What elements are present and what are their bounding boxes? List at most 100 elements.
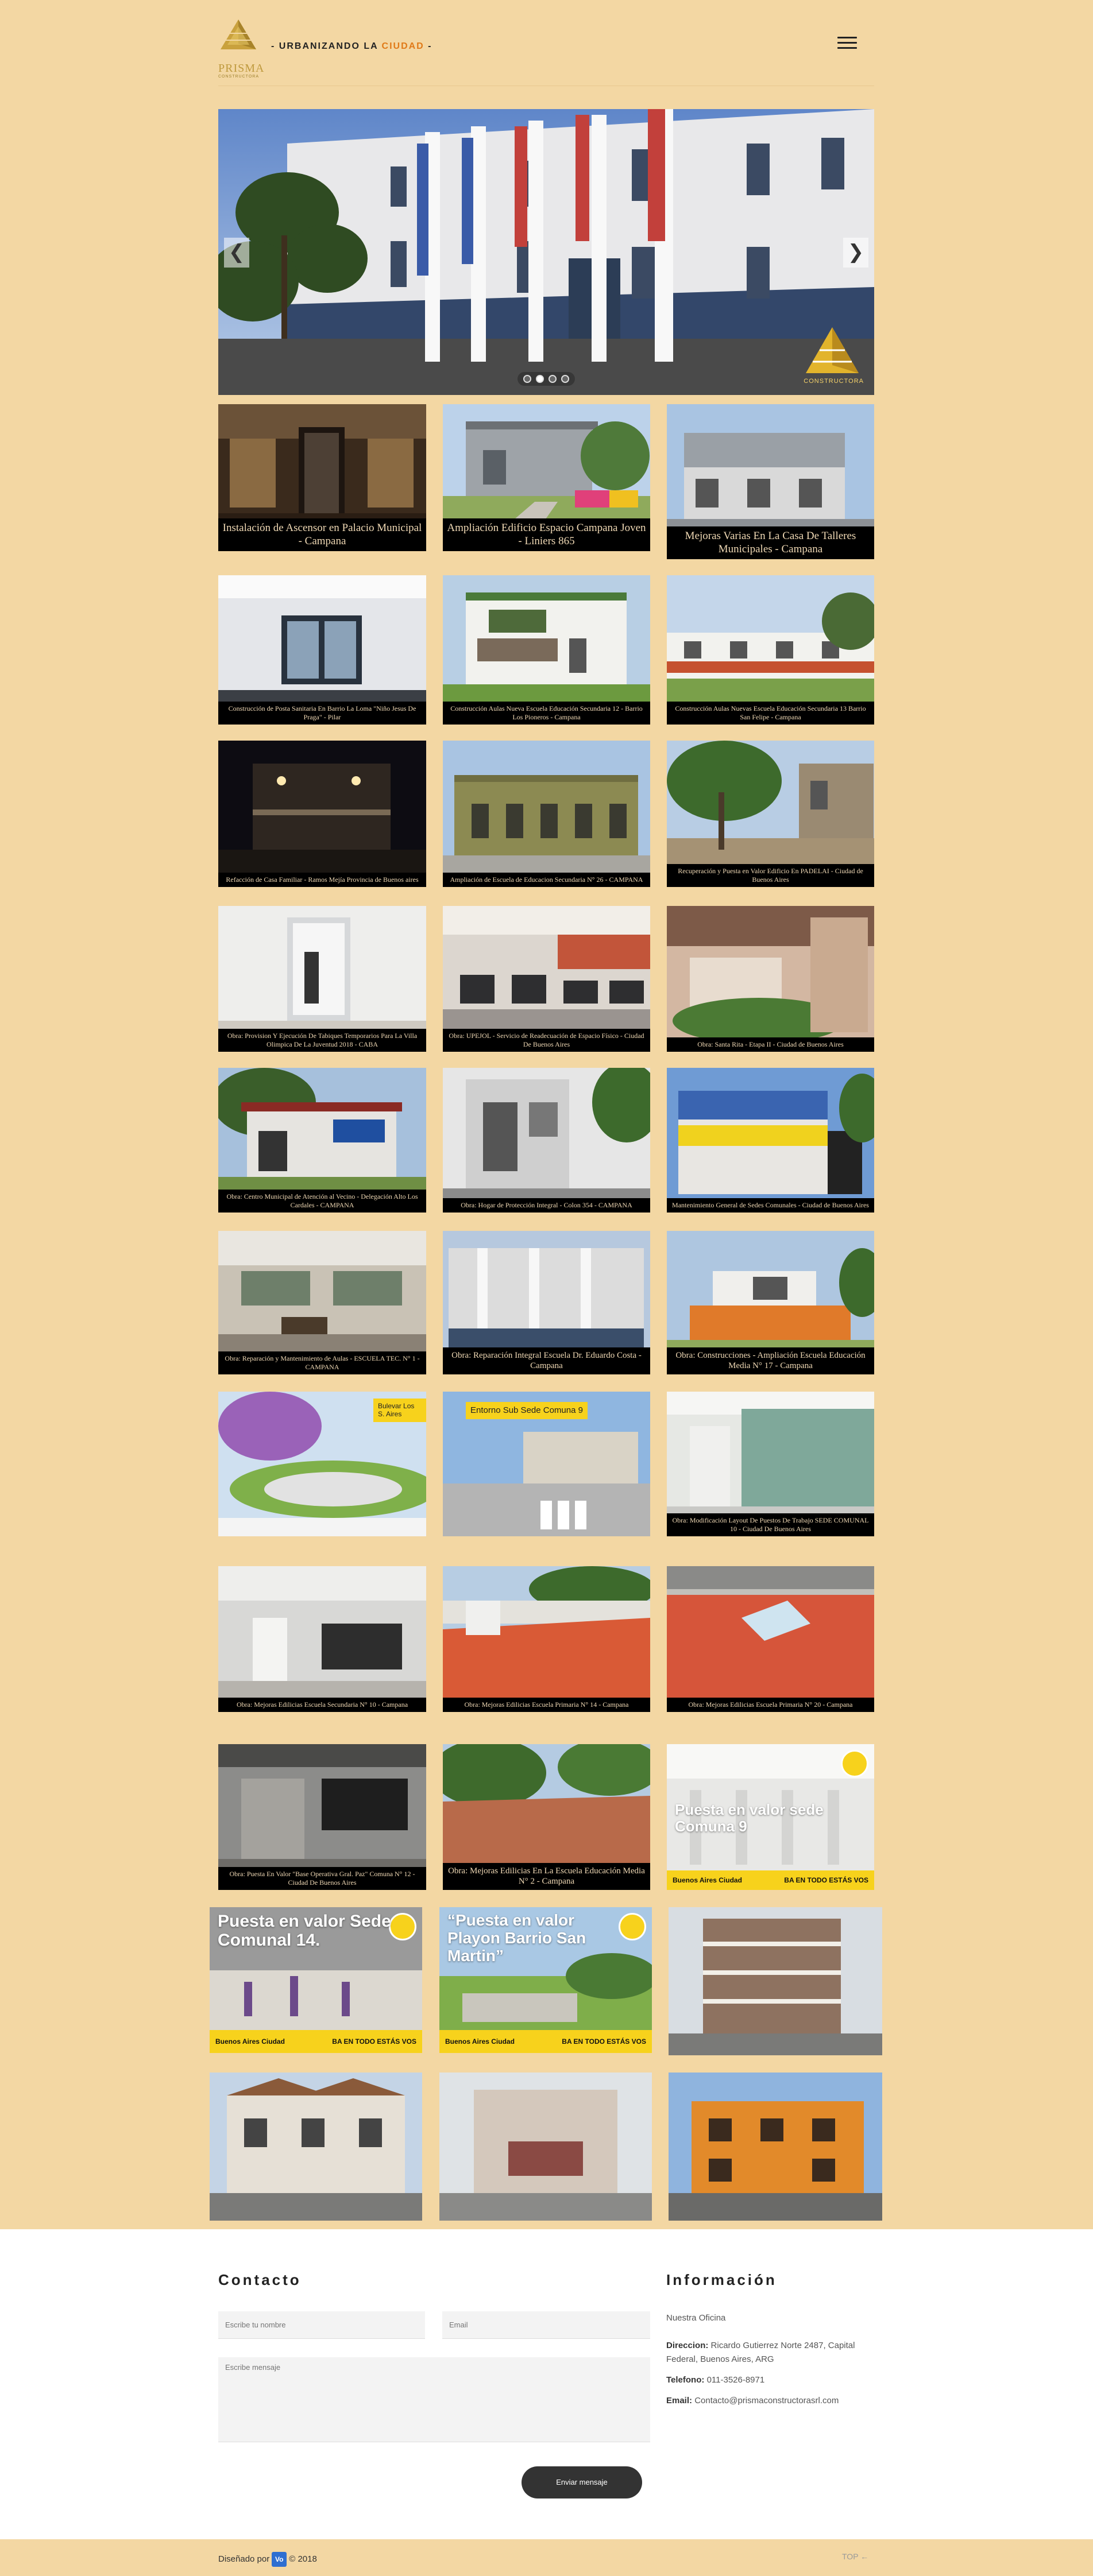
bulevar-sign: Bulevar Los S. Aires bbox=[373, 1399, 426, 1422]
project-tile[interactable]: Obra: Reparación y Mantenimiento de Aula… bbox=[218, 1231, 426, 1374]
project-caption: Construcción de Posta Sanitaria En Barri… bbox=[218, 702, 426, 725]
slider-dot[interactable] bbox=[523, 375, 531, 383]
project-tile[interactable]: Refacción de Casa Familiar - Ramos Mejía… bbox=[218, 741, 426, 887]
message-textarea[interactable] bbox=[218, 2357, 650, 2442]
project-tile[interactable]: Obra: Mejoras Edilicias Escuela Primaria… bbox=[667, 1566, 874, 1712]
project-caption: Obra: UPEJOL - Servicio de Readecuación … bbox=[443, 1029, 650, 1052]
project-caption: Mantenimiento General de Sedes Comunales… bbox=[667, 1198, 874, 1213]
ba-en-todo-label: BA EN TODO ESTÁS VOS bbox=[784, 1876, 868, 1884]
slider-next-button[interactable]: ❯ bbox=[843, 238, 868, 268]
promo-tile-sede9[interactable]: Puesta en valor sede Comuna 9 Buenos Air… bbox=[667, 1744, 874, 1890]
promo-title: “Puesta en valor Playon Barrio San Marti… bbox=[447, 1911, 586, 1965]
send-message-button[interactable]: Enviar mensaje bbox=[522, 2466, 642, 2498]
project-tile[interactable]: Obra: Reparación Integral Escuela Dr. Ed… bbox=[443, 1231, 650, 1374]
phone-line: Telefono: 011-3526-8971 bbox=[666, 2373, 873, 2387]
site-tagline: - URBANIZANDO LA CIUDAD - bbox=[271, 41, 432, 52]
hero-slider: ❮ ❯ CONSTRUCTORA bbox=[218, 109, 874, 395]
project-tile[interactable]: Obra: Centro Municipal de Atención al Ve… bbox=[218, 1068, 426, 1213]
project-caption: Obra: Hogar de Protección Integral - Col… bbox=[443, 1198, 650, 1213]
project-tile[interactable]: Obra: Puesta En Valor "Base Operativa Gr… bbox=[218, 1744, 426, 1890]
project-tile[interactable] bbox=[439, 2073, 652, 2221]
project-caption: Obra: Santa Rita - Etapa II - Ciudad de … bbox=[667, 1037, 874, 1052]
project-photo bbox=[439, 2073, 652, 2221]
project-tile[interactable]: Mejoras Varias En La Casa De Talleres Mu… bbox=[667, 404, 874, 559]
project-caption: Obra: Mejoras Edilicias Escuela Secundar… bbox=[218, 1698, 426, 1712]
promo-tile-sede14[interactable]: Puesta en valor Sede Comunal 14. Buenos … bbox=[210, 1907, 422, 2053]
pyramid-logo-icon bbox=[221, 20, 256, 49]
project-tile[interactable]: Mantenimiento General de Sedes Comunales… bbox=[667, 1068, 874, 1213]
project-tile-render[interactable]: Entorno Sub Sede Comuna 9 bbox=[443, 1392, 650, 1536]
project-tile[interactable]: Obra: Provision Y Ejecución De Tabiques … bbox=[218, 906, 426, 1052]
project-photo bbox=[669, 2073, 882, 2221]
project-caption: Obra: Mejoras Edilicias En La Escuela Ed… bbox=[443, 1862, 650, 1890]
project-caption: Construcción Aulas Nueva Escuela Educaci… bbox=[443, 702, 650, 725]
email-value[interactable]: Contacto@prismaconstructorasrl.com bbox=[694, 2396, 839, 2405]
project-tile[interactable]: Obra: Mejoras Edilicias Escuela Secundar… bbox=[218, 1566, 426, 1712]
email-label: Email: bbox=[666, 2396, 693, 2405]
project-tile[interactable]: Construcción Aulas Nuevas Escuela Educac… bbox=[667, 575, 874, 725]
project-tile[interactable]: Ampliación de Escuela de Educacion Secun… bbox=[443, 741, 650, 887]
project-tile[interactable]: Obra: Hogar de Protección Integral - Col… bbox=[443, 1068, 650, 1213]
project-caption: Mejoras Varias En La Casa De Talleres Mu… bbox=[667, 526, 874, 559]
promo-title: Puesta en valor sede Comuna 9 bbox=[675, 1801, 824, 1835]
project-tile[interactable]: Instalación de Ascensor en Palacio Munic… bbox=[218, 404, 426, 551]
tagline-main: URBANIZANDO LA bbox=[279, 41, 382, 51]
project-tile[interactable]: Obra: Construcciones - Ampliación Escuel… bbox=[667, 1231, 874, 1374]
project-caption: Construcción Aulas Nuevas Escuela Educac… bbox=[667, 702, 874, 725]
slider-dot[interactable] bbox=[561, 375, 569, 383]
phone-value[interactable]: 011-3526-8971 bbox=[707, 2375, 765, 2385]
footer-bar: Diseñado por Vo © 2018 TOP ← bbox=[0, 2539, 1093, 2576]
project-tile[interactable]: Construcción Aulas Nueva Escuela Educaci… bbox=[443, 575, 650, 725]
project-tile[interactable]: Ampliación Edificio Espacio Campana Jove… bbox=[443, 404, 650, 551]
hamburger-icon[interactable] bbox=[837, 37, 857, 51]
project-photo bbox=[218, 741, 426, 887]
project-caption: Obra: Reparación Integral Escuela Dr. Ed… bbox=[443, 1347, 650, 1374]
ba-en-todo-label: BA EN TODO ESTÁS VOS bbox=[562, 2037, 646, 2046]
info-title: Información bbox=[666, 2271, 777, 2288]
back-to-top-link[interactable]: TOP ← bbox=[842, 2552, 868, 2561]
project-tile[interactable]: Construcción de Posta Sanitaria En Barri… bbox=[218, 575, 426, 725]
copyright-year: © 2018 bbox=[289, 2554, 317, 2564]
email-line: Email: Contacto@prismaconstructorasrl.co… bbox=[666, 2394, 873, 2408]
office-label: Nuestra Oficina bbox=[666, 2313, 726, 2323]
tagline-dash: - bbox=[271, 41, 279, 51]
project-tile[interactable]: Obra: Santa Rita - Etapa II - Ciudad de … bbox=[667, 906, 874, 1052]
slider-dot-active[interactable] bbox=[536, 375, 544, 383]
tagline-dash: - bbox=[424, 41, 432, 51]
project-caption: Obra: Construcciones - Ampliación Escuel… bbox=[667, 1347, 874, 1374]
project-caption: Ampliación Edificio Espacio Campana Jove… bbox=[443, 518, 650, 551]
project-tile[interactable] bbox=[210, 2073, 422, 2221]
promo-bar: Buenos Aires Ciudad BA EN TODO ESTÁS VOS bbox=[439, 2030, 652, 2053]
project-tile[interactable] bbox=[669, 2073, 882, 2221]
address-line: Direccion: Ricardo Gutierrez Norte 2487,… bbox=[666, 2339, 873, 2366]
project-tile[interactable]: Obra: Modificación Layout De Puestos De … bbox=[667, 1392, 874, 1536]
hero-brand-watermark: CONSTRUCTORA bbox=[804, 325, 864, 385]
name-input[interactable] bbox=[218, 2311, 425, 2339]
project-tile-render[interactable]: Bulevar Los S. Aires bbox=[218, 1392, 426, 1536]
project-tile[interactable] bbox=[669, 1907, 882, 2055]
project-tile[interactable]: Obra: UPEJOL - Servicio de Readecuación … bbox=[443, 906, 650, 1052]
ba-en-todo-label: BA EN TODO ESTÁS VOS bbox=[332, 2037, 416, 2046]
project-photo bbox=[210, 2073, 422, 2221]
project-tile[interactable]: Recuperación y Puesta en Valor Edificio … bbox=[667, 741, 874, 887]
hero-brand-text: CONSTRUCTORA bbox=[804, 378, 864, 385]
ba-ciudad-label: Buenos Aires Ciudad bbox=[673, 1876, 742, 1884]
project-photo bbox=[667, 906, 874, 1052]
project-photo bbox=[667, 1566, 874, 1712]
promo-tile-playon[interactable]: “Puesta en valor Playon Barrio San Marti… bbox=[439, 1907, 652, 2053]
tagline-highlight: CIUDAD bbox=[381, 41, 424, 51]
promo-title: Puesta en valor Sede Comunal 14. bbox=[218, 1912, 391, 1950]
project-photo bbox=[669, 1907, 882, 2055]
project-tile[interactable]: Obra: Mejoras Edilicias En La Escuela Ed… bbox=[443, 1744, 650, 1890]
vo-logo-icon[interactable]: Vo bbox=[272, 2552, 287, 2567]
slider-dot[interactable] bbox=[549, 375, 557, 383]
project-caption: Obra: Mejoras Edilicias Escuela Primaria… bbox=[667, 1698, 874, 1712]
project-caption: Obra: Modificación Layout De Puestos De … bbox=[667, 1513, 874, 1536]
contact-title: Contacto bbox=[218, 2271, 302, 2288]
project-caption: Obra: Reparación y Mantenimiento de Aula… bbox=[218, 1351, 426, 1374]
project-caption: Instalación de Ascensor en Palacio Munic… bbox=[218, 518, 426, 551]
slider-prev-button[interactable]: ❮ bbox=[224, 238, 249, 268]
project-tile[interactable]: Obra: Mejoras Edilicias Escuela Primaria… bbox=[443, 1566, 650, 1712]
email-input[interactable] bbox=[442, 2311, 650, 2339]
hero-image-school-building bbox=[218, 109, 874, 395]
